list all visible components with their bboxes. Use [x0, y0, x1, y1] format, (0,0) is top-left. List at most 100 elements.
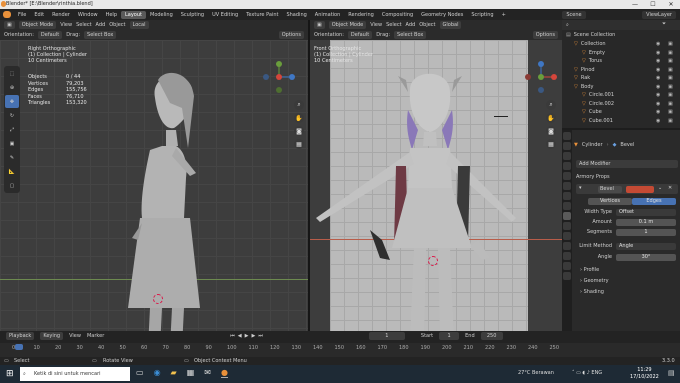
tab-geometry-nodes[interactable]: Geometry Nodes — [417, 11, 467, 19]
outliner-item[interactable]: ▽ Torus ◉ ▣ — [562, 57, 680, 65]
jump-start-icon[interactable]: ⏮ — [230, 333, 235, 339]
pan-hand-icon[interactable]: ✋ — [546, 113, 556, 123]
texture-tab-icon[interactable] — [563, 272, 571, 280]
amount-field[interactable]: 0.1 m — [616, 219, 676, 226]
outliner-search-icon[interactable]: ⌕ — [566, 22, 569, 28]
viewlayer-selector[interactable]: ViewLayer — [642, 10, 676, 19]
menu-file[interactable]: File — [14, 12, 30, 18]
render-camera-icon[interactable]: ▣ — [668, 58, 673, 64]
pan-hand-icon[interactable]: ✋ — [294, 113, 304, 123]
options-dropdown[interactable]: Options — [278, 31, 304, 39]
scene-collection-row[interactable]: ▤ Scene Collection — [562, 31, 680, 39]
mode-dropdown[interactable]: Object Mode — [18, 21, 57, 29]
annotate-tool-icon[interactable]: ✎ — [5, 151, 19, 164]
menu-add[interactable]: Add — [406, 22, 416, 28]
render-camera-icon[interactable]: ▣ — [668, 67, 673, 73]
menu-view[interactable]: View — [60, 22, 72, 28]
playhead[interactable] — [15, 344, 23, 350]
taskbar-search-box[interactable]: ⌕ Ketik di sini untuk mencari — [20, 367, 130, 381]
menu-select[interactable]: Select — [76, 22, 91, 28]
orientation-dropdown[interactable]: Default — [347, 31, 373, 39]
tab-animation[interactable]: Animation — [311, 11, 345, 19]
taskbar-clock[interactable]: 11:29 17/10/2022 — [630, 367, 659, 381]
tab-uv-editing[interactable]: UV Editing — [208, 11, 242, 19]
blender-menu-icon[interactable] — [3, 11, 11, 18]
next-key-icon[interactable]: ▶ — [252, 333, 256, 339]
visibility-eye-icon[interactable]: ◉ — [656, 92, 660, 98]
blender-taskbar-icon[interactable]: ● — [220, 368, 228, 378]
modifier-menu-icon[interactable]: ⌄ — [658, 185, 662, 191]
visibility-eye-icon[interactable]: ◉ — [656, 75, 660, 81]
prev-key-icon[interactable]: ◀ — [238, 333, 242, 339]
navigation-gizmo[interactable] — [262, 60, 296, 94]
tab-modeling[interactable]: Modeling — [146, 11, 177, 19]
render-camera-icon[interactable]: ▣ — [668, 118, 673, 124]
visibility-eye-icon[interactable]: ◉ — [656, 41, 660, 47]
add-workspace-plus-icon[interactable]: + — [498, 11, 510, 19]
render-camera-icon[interactable]: ▣ — [668, 75, 673, 81]
limit-method-dropdown[interactable]: Angle — [616, 243, 676, 250]
menu-object[interactable]: Object — [109, 22, 125, 28]
editor-type-icon[interactable]: ▣ — [4, 21, 15, 29]
add-modifier-button[interactable]: Add Modifier — [576, 160, 678, 168]
tab-compositing[interactable]: Compositing — [378, 11, 417, 19]
timeline-marker-menu[interactable]: Marker — [87, 333, 104, 339]
timeline-ruler[interactable]: 0 10 20 30 40 50 60 70 80 90 100 110 120 130 140 150 160… — [0, 343, 680, 357]
outliner-item[interactable]: ▽ Circle.002 ◉ ▣ — [562, 100, 680, 108]
scene-selector[interactable]: Scene — [562, 10, 586, 19]
visibility-eye-icon[interactable]: ◉ — [656, 58, 660, 64]
render-camera-icon[interactable]: ▣ — [668, 84, 673, 90]
drag-dropdown[interactable]: Select Box — [394, 31, 427, 39]
render-camera-icon[interactable]: ▣ — [668, 50, 673, 56]
output-tab-icon[interactable] — [563, 152, 571, 160]
menu-object[interactable]: Object — [419, 22, 435, 28]
cursor-tool-icon[interactable]: ⊕ — [5, 81, 19, 94]
width-type-dropdown[interactable]: Offset — [616, 209, 676, 216]
select-box-tool-icon[interactable]: ⬚ — [5, 67, 19, 80]
visibility-eye-icon[interactable]: ◉ — [656, 118, 660, 124]
minimize-button[interactable]: — — [626, 0, 644, 9]
current-frame-field[interactable]: 1 — [368, 332, 405, 340]
explorer-folder-icon[interactable]: ▰ — [171, 368, 177, 378]
menu-help[interactable]: Help — [102, 12, 121, 18]
physics-tab-icon[interactable] — [563, 232, 571, 240]
constraints-tab-icon[interactable] — [563, 242, 571, 250]
view-layer-tab-icon[interactable] — [563, 162, 571, 170]
playback-menu[interactable]: Playback — [6, 332, 35, 340]
particles-tab-icon[interactable] — [563, 222, 571, 230]
render-tab-icon[interactable] — [563, 142, 571, 150]
store-icon[interactable]: ▦ — [187, 368, 195, 378]
visibility-eye-icon[interactable]: ◉ — [656, 50, 660, 56]
transform-tool-icon[interactable]: ▣ — [5, 137, 19, 150]
task-view-icon[interactable]: ▭ — [136, 368, 144, 378]
menu-window[interactable]: Window — [74, 12, 102, 18]
menu-select[interactable]: Select — [386, 22, 401, 28]
tab-vertices[interactable]: Vertices — [588, 198, 632, 205]
notification-icon[interactable]: ▤ — [668, 369, 675, 377]
3d-cursor[interactable] — [428, 256, 438, 266]
jump-end-icon[interactable]: ⏭ — [258, 333, 263, 339]
measure-tool-icon[interactable]: 📐 — [5, 165, 19, 178]
profile-section[interactable]: › Profile — [580, 267, 599, 274]
data-tab-icon[interactable] — [563, 252, 571, 260]
outliner-item[interactable]: ▽ Pinod ◉ ▣ — [562, 66, 680, 74]
outliner-item[interactable]: ▽ Rak ◉ ▣ — [562, 74, 680, 82]
orientation-dropdown[interactable]: Default — [37, 31, 63, 39]
rotate-tool-icon[interactable]: ↻ — [5, 109, 19, 122]
render-camera-icon[interactable]: ▣ — [668, 101, 673, 107]
grid-view-icon[interactable]: ▦ — [294, 139, 304, 149]
modifier-wrench-tab-icon[interactable] — [563, 212, 571, 220]
modifier-name-field[interactable]: Bevel — [598, 185, 622, 193]
angle-field[interactable]: 30° — [616, 254, 676, 261]
geometry-section[interactable]: › Geometry — [580, 278, 609, 285]
filter-icon[interactable]: ⏷ — [662, 21, 666, 27]
maximize-button[interactable]: ☐ — [644, 0, 662, 9]
visibility-eye-icon[interactable]: ◉ — [656, 84, 660, 90]
menu-add[interactable]: Add — [96, 22, 106, 28]
render-camera-icon[interactable]: ▣ — [668, 41, 673, 47]
editor-type-icon[interactable]: ▣ — [314, 21, 325, 29]
visibility-eye-icon[interactable]: ◉ — [656, 109, 660, 115]
mode-dropdown[interactable]: Object Mode — [328, 21, 367, 29]
weather-widget[interactable]: 27°C Berawan — [518, 370, 554, 376]
visibility-eye-icon[interactable]: ◉ — [656, 67, 660, 73]
